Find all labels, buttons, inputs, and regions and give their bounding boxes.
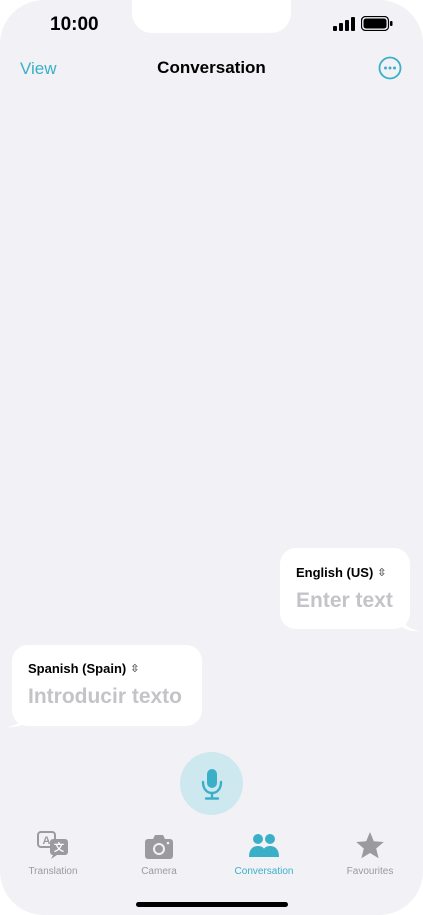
battery-icon	[361, 16, 393, 31]
signal-icon	[333, 17, 355, 31]
camera-icon	[145, 835, 173, 859]
chevron-up-down-icon: ⇳	[377, 567, 387, 579]
language-label: English (US)	[296, 565, 374, 580]
page-title: Conversation	[157, 58, 266, 77]
tab-label: Favourites	[346, 866, 394, 877]
language-selector-english[interactable]: English (US) ⇳	[296, 565, 387, 580]
star-icon	[356, 832, 384, 859]
english-text-input[interactable]: Enter text	[296, 589, 393, 613]
language-selector-spanish[interactable]: Spanish (Spain) ⇳	[28, 661, 139, 676]
language-label: Spanish (Spain)	[28, 661, 127, 676]
phone-screen: 10:00 View Conversation English (US) ⇳ E…	[0, 0, 423, 915]
tab-favourites[interactable]: Favourites	[317, 830, 423, 877]
ellipsis-circle-icon[interactable]	[378, 56, 402, 80]
svg-text:A: A	[43, 835, 51, 847]
tab-bar: A 文 Translation Camera Conversation Favo…	[0, 830, 423, 890]
tab-label: Conversation	[234, 866, 294, 877]
status-time: 10:00	[50, 14, 99, 35]
microphone-icon	[201, 768, 222, 800]
tab-label: Camera	[141, 866, 177, 877]
people-icon	[249, 834, 279, 857]
tab-camera[interactable]: Camera	[106, 830, 212, 877]
chevron-up-down-icon: ⇳	[130, 663, 140, 675]
spanish-text-input[interactable]: Introducir texto	[28, 685, 182, 709]
bubble-tail	[6, 714, 26, 728]
tab-translation[interactable]: A 文 Translation	[0, 830, 106, 877]
notch	[132, 0, 291, 33]
microphone-button[interactable]	[180, 752, 243, 815]
tab-label: Translation	[28, 866, 78, 877]
svg-text:文: 文	[54, 841, 65, 854]
home-indicator[interactable]	[136, 902, 288, 907]
tab-conversation[interactable]: Conversation	[211, 830, 317, 877]
translate-icon: A 文	[37, 831, 68, 859]
bubble-tail	[401, 618, 421, 632]
